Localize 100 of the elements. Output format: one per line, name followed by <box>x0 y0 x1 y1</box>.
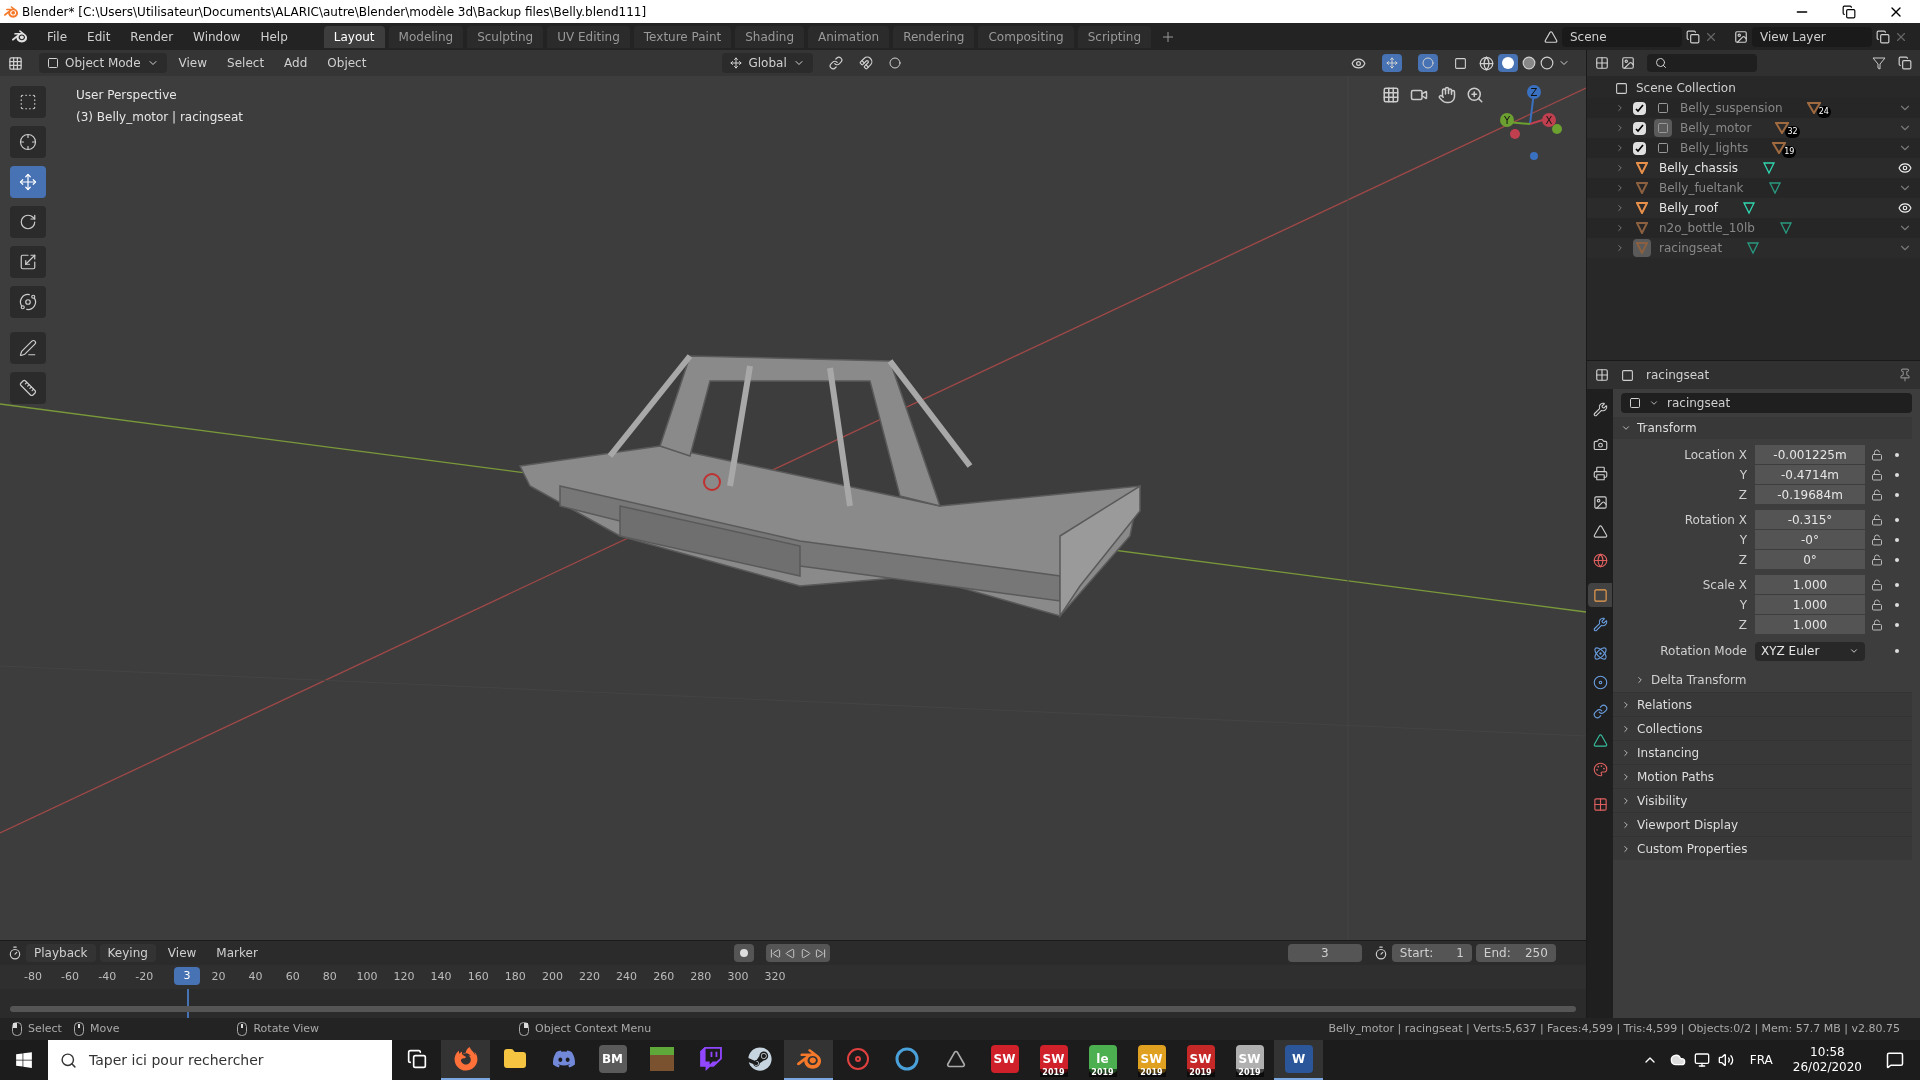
lock-icon[interactable] <box>1871 618 1883 631</box>
playhead[interactable]: 3 <box>173 967 200 985</box>
outliner-item[interactable]: Belly_roof <box>1659 199 1718 217</box>
language-indicator[interactable]: FRA <box>1749 1051 1773 1069</box>
panel-header[interactable]: Instancing <box>1637 743 1700 762</box>
start-frame-field[interactable]: Start: 1 <box>1391 944 1472 962</box>
mode-dropdown[interactable]: Object Mode <box>39 53 167 73</box>
editor-type-icon[interactable] <box>1595 56 1609 70</box>
firefox-icon[interactable] <box>453 1047 478 1071</box>
clock[interactable]: 10:58 26/02/2020 <box>1792 1045 1862 1075</box>
menu-item[interactable]: Add <box>276 54 316 72</box>
workspace-tab[interactable]: Animation <box>808 25 890 48</box>
display-mode-icon[interactable] <box>1621 56 1635 70</box>
menu-item[interactable]: Render <box>122 27 182 46</box>
record-button[interactable] <box>733 944 754 962</box>
menu-item[interactable]: Playback <box>26 944 96 962</box>
steam-icon[interactable] <box>747 1047 772 1071</box>
visibility-icon[interactable] <box>1351 55 1366 71</box>
scene-icon[interactable] <box>1544 29 1558 44</box>
tool-button[interactable] <box>10 372 46 404</box>
tool-button[interactable] <box>10 166 46 198</box>
panel-header[interactable]: Relations <box>1637 695 1693 714</box>
number-field[interactable]: -0.001225m <box>1755 445 1865 464</box>
task-view-icon[interactable] <box>406 1049 427 1069</box>
view-layer-icon[interactable] <box>1734 29 1748 44</box>
subpanel-header[interactable]: Delta Transform <box>1651 671 1747 689</box>
eye-icon[interactable] <box>1898 161 1912 175</box>
editor-type-icon[interactable] <box>1595 368 1609 382</box>
number-field[interactable]: -0° <box>1755 530 1865 549</box>
tool-button[interactable] <box>10 86 46 118</box>
taskbar-search-field[interactable]: Taper ici pour rechercher <box>48 1040 392 1080</box>
tool-button[interactable] <box>10 332 46 364</box>
lock-icon[interactable] <box>1871 533 1883 546</box>
gizmo-toggle-icon[interactable] <box>1382 54 1402 72</box>
workspace-tab[interactable]: Shading <box>735 25 804 48</box>
copy-icon[interactable] <box>1876 29 1890 44</box>
grid-icon[interactable] <box>1382 86 1400 104</box>
app-tile[interactable]: SW <box>990 1045 1019 1073</box>
outliner-item[interactable]: Scene Collection <box>1636 79 1736 97</box>
panel-header[interactable]: Visibility <box>1637 791 1688 810</box>
panel-header[interactable]: Collections <box>1637 719 1703 738</box>
menu-item[interactable]: View <box>170 54 216 72</box>
hand-icon[interactable] <box>1438 86 1456 104</box>
number-field[interactable]: 1.000 <box>1755 575 1865 594</box>
tool-button[interactable] <box>10 206 46 238</box>
lock-icon[interactable] <box>1871 488 1883 501</box>
scene-field[interactable]: Scene <box>1562 26 1682 47</box>
outliner-item[interactable]: Belly_lights <box>1680 139 1749 157</box>
copy-icon[interactable] <box>1686 29 1700 44</box>
axis-handle[interactable]: Z <box>1527 85 1541 99</box>
grass-block-icon[interactable] <box>649 1047 674 1071</box>
lock-icon[interactable] <box>1871 513 1883 526</box>
tool-button[interactable] <box>10 126 46 158</box>
checkbox[interactable] <box>1633 101 1646 115</box>
pivot-icon[interactable] <box>828 56 843 70</box>
number-field[interactable]: 1.000 <box>1755 615 1865 634</box>
number-field[interactable]: -0.315° <box>1755 510 1865 529</box>
tool-button[interactable] <box>10 246 46 278</box>
notifications-icon[interactable] <box>1886 1051 1904 1069</box>
editor-type-icon[interactable] <box>8 55 23 71</box>
volume-icon[interactable] <box>1717 1052 1734 1068</box>
menu-item[interactable]: Select <box>219 54 273 72</box>
solid-shading-icon[interactable] <box>1498 54 1518 72</box>
outliner-item[interactable]: Belly_chassis <box>1659 159 1739 177</box>
checkbox[interactable] <box>1633 141 1646 155</box>
number-field[interactable]: -0.19684m <box>1755 485 1865 504</box>
workspace-tab[interactable]: Rendering <box>893 25 975 48</box>
lock-icon[interactable] <box>1871 578 1883 591</box>
eye-icon[interactable] <box>1898 201 1912 215</box>
outliner-item[interactable]: Belly_suspension <box>1680 99 1783 117</box>
tool-button[interactable] <box>10 286 46 318</box>
number-field[interactable]: -0.4714m <box>1755 465 1865 484</box>
app-tile[interactable]: BM <box>598 1045 627 1073</box>
workspace-tab[interactable]: Texture Paint <box>633 25 732 48</box>
zoom-icon[interactable] <box>1466 86 1484 104</box>
lock-icon[interactable] <box>1871 448 1883 461</box>
lock-icon[interactable] <box>1871 468 1883 481</box>
twitch-icon[interactable] <box>698 1047 723 1071</box>
outliner-item[interactable]: n2o_bottle_10lb <box>1659 219 1755 237</box>
blender-menu-icon[interactable] <box>12 29 27 44</box>
playback-controls[interactable] <box>765 944 830 962</box>
material-shading-icon[interactable] <box>1522 56 1536 70</box>
orientation-dropdown[interactable]: Global <box>722 53 813 73</box>
editor-type-icon[interactable] <box>8 946 22 960</box>
stopwatch-icon[interactable] <box>1373 946 1388 960</box>
menu-item[interactable]: View <box>159 944 205 962</box>
checkbox[interactable] <box>1633 121 1646 135</box>
outliner-item[interactable]: Belly_motor <box>1680 119 1752 137</box>
menu-item[interactable]: Help <box>252 27 296 46</box>
cloud-icon[interactable] <box>1669 1052 1686 1068</box>
rendered-shading-icon[interactable] <box>1540 56 1554 70</box>
menu-item[interactable]: Marker <box>208 944 266 962</box>
axis-handle[interactable]: X <box>1542 113 1556 127</box>
blender-icon[interactable] <box>796 1047 821 1071</box>
menu-item[interactable]: Window <box>185 27 249 46</box>
menu-item[interactable]: Object <box>319 54 375 72</box>
outliner-item[interactable]: Belly_fueltank <box>1659 179 1744 197</box>
view-layer-field[interactable]: View Layer <box>1752 26 1872 47</box>
workspace-tab[interactable]: Scripting <box>1077 25 1152 48</box>
workspace-tab[interactable]: Layout <box>323 25 385 48</box>
